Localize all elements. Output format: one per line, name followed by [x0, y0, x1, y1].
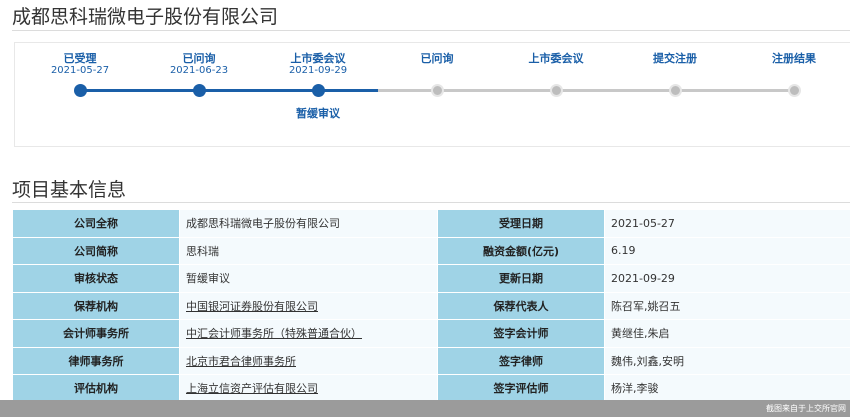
field-label: 公司全称 [12, 209, 180, 238]
table-row: 审核状态 暂缓审议 更新日期 2021-09-29 [12, 264, 850, 293]
field-value: 杨洋,李骏 [604, 374, 850, 403]
field-value: 6.19 [604, 236, 850, 265]
footer-bar [0, 400, 850, 417]
table-row: 会计师事务所 中汇会计师事务所（特殊普通合伙） 签字会计师 黄继佳,朱启 [12, 319, 850, 348]
field-value: 2021-09-29 [604, 264, 850, 293]
step-date-inquired: 2021-06-23 [169, 65, 229, 76]
field-label: 受理日期 [437, 209, 605, 238]
step-dot-submit-registration [669, 84, 682, 97]
field-value: 2021-05-27 [604, 209, 850, 238]
step-date-accepted: 2021-05-27 [50, 65, 110, 76]
table-row: 公司全称 成都思科瑞微电子股份有限公司 受理日期 2021-05-27 [12, 209, 850, 238]
field-value: 成都思科瑞微电子股份有限公司 [179, 209, 438, 238]
law-firm-link-cell[interactable]: 北京市君合律师事务所 [179, 346, 438, 375]
company-title: 成都思科瑞微电子股份有限公司 [12, 6, 279, 28]
field-value: 魏伟,刘鑫,安明 [604, 346, 850, 375]
appraisal-firm-link[interactable]: 上海立信资产评估有限公司 [186, 382, 318, 395]
field-value: 陈召军,姚召五 [604, 291, 850, 320]
source-note: 截图来自于上交所官网 [766, 404, 846, 413]
section-divider [12, 202, 850, 203]
table-row: 公司简称 思科瑞 融资金额(亿元) 6.19 [12, 236, 850, 265]
appraisal-firm-link-cell[interactable]: 上海立信资产评估有限公司 [179, 374, 438, 403]
accounting-firm-link-cell[interactable]: 中汇会计师事务所（特殊普通合伙） [179, 319, 438, 348]
step-label-submit-registration: 提交注册 [653, 52, 697, 65]
progress-track-completed [80, 89, 378, 92]
accounting-firm-link[interactable]: 中汇会计师事务所（特殊普通合伙） [186, 327, 362, 340]
title-divider [12, 30, 850, 31]
field-label: 律师事务所 [12, 346, 180, 375]
field-label: 更新日期 [437, 264, 605, 293]
info-table: 公司全称 成都思科瑞微电子股份有限公司 受理日期 2021-05-27 公司简称… [12, 209, 850, 403]
step-label-registration-result: 注册结果 [772, 52, 816, 65]
field-label: 签字会计师 [437, 319, 605, 348]
table-row: 评估机构 上海立信资产评估有限公司 签字评估师 杨洋,李骏 [12, 374, 850, 403]
field-label: 公司简称 [12, 236, 180, 265]
sponsor-link-cell[interactable]: 中国银河证券股份有限公司 [179, 291, 438, 320]
step-date-listing-committee: 2021-09-29 [288, 65, 348, 76]
step-dot-inquired [193, 84, 206, 97]
field-value: 黄继佳,朱启 [604, 319, 850, 348]
step-dot-inquired-2 [431, 84, 444, 97]
step-dot-accepted [74, 84, 87, 97]
field-label: 签字评估师 [437, 374, 605, 403]
step-dot-listing-committee [312, 84, 325, 97]
field-label: 评估机构 [12, 374, 180, 403]
field-label: 融资金额(亿元) [437, 236, 605, 265]
table-row: 保荐机构 中国银河证券股份有限公司 保荐代表人 陈召军,姚召五 [12, 291, 850, 320]
current-status-label: 暂缓审议 [296, 107, 340, 120]
step-label-listing-committee: 上市委会议 [290, 52, 346, 65]
section-title: 项目基本信息 [12, 179, 127, 201]
field-label: 保荐机构 [12, 291, 180, 320]
field-label: 保荐代表人 [437, 291, 605, 320]
table-row: 律师事务所 北京市君合律师事务所 签字律师 魏伟,刘鑫,安明 [12, 346, 850, 375]
step-dot-listing-committee-2 [550, 84, 563, 97]
step-label-inquired: 已问询 [182, 52, 216, 65]
field-label: 会计师事务所 [12, 319, 180, 348]
law-firm-link[interactable]: 北京市君合律师事务所 [186, 355, 296, 368]
step-dot-registration-result [788, 84, 801, 97]
step-label-accepted: 已受理 [63, 52, 97, 65]
field-label: 审核状态 [12, 264, 180, 293]
field-label: 签字律师 [437, 346, 605, 375]
sponsor-link[interactable]: 中国银河证券股份有限公司 [186, 300, 318, 313]
step-label-inquired-2: 已问询 [420, 52, 454, 65]
field-value: 思科瑞 [179, 236, 438, 265]
field-value: 暂缓审议 [179, 264, 438, 293]
step-label-listing-committee-2: 上市委会议 [528, 52, 584, 65]
